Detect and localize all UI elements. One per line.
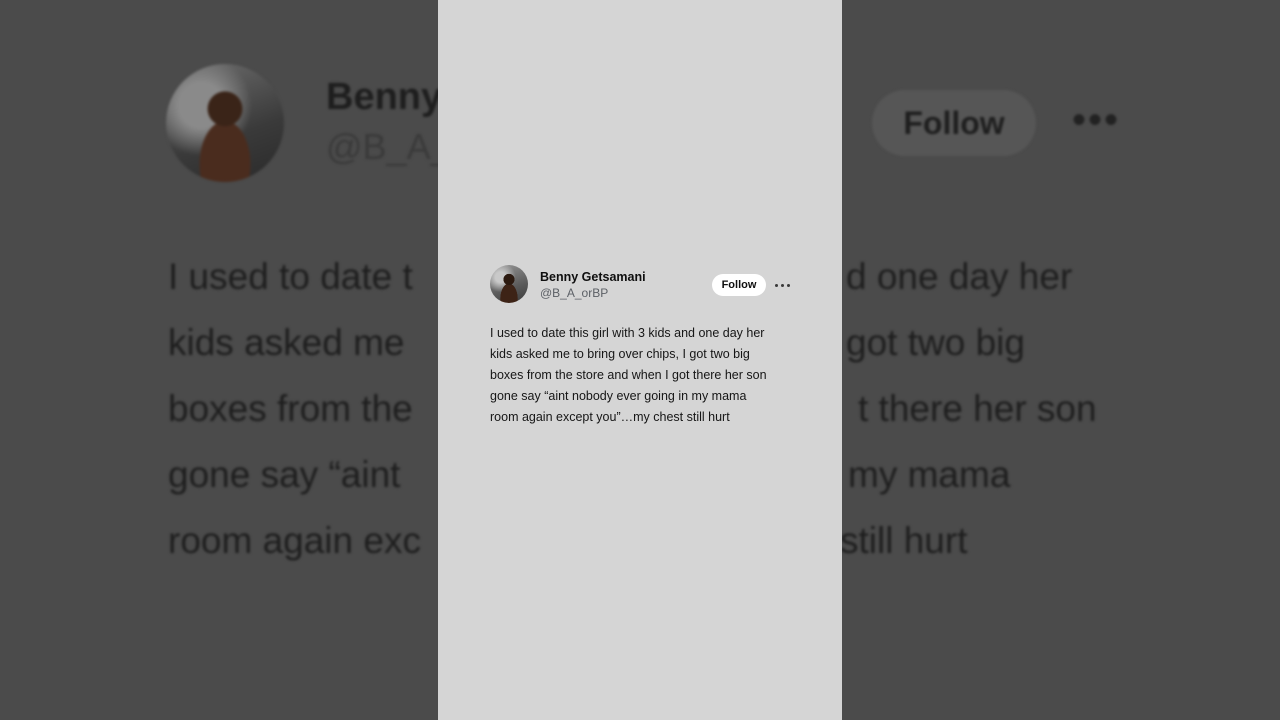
background-text-left-3: boxes from the [168, 388, 413, 429]
tweet-text-line: gone say “aint nobody ever going in my m… [490, 389, 747, 403]
background-text-right-2: got two big [846, 322, 1025, 363]
background-author-name: Benny [326, 76, 443, 118]
author-handle[interactable]: @B_A_orBP [540, 286, 608, 300]
tweet-text-line: kids asked me to bring over chips, I got… [490, 347, 750, 361]
tweet-panel: Benny Getsamani @B_A_orBP Follow I used … [438, 0, 842, 720]
tweet-text-line: I used to date this girl with 3 kids and… [490, 326, 765, 340]
background-author-handle: @B_A_ [326, 126, 451, 167]
tweet-text-line: boxes from the store and when I got ther… [490, 368, 767, 382]
background-follow-button: Follow [872, 90, 1036, 156]
background-text-left-5: room again exc [168, 520, 421, 561]
background-text-left-2: kids asked me [168, 322, 405, 363]
background-avatar [166, 64, 284, 182]
tweet-text: I used to date this girl with 3 kids and… [490, 323, 800, 428]
background-text-right-1: d one day her [846, 256, 1073, 297]
background-text-right-5: still hurt [840, 520, 968, 561]
author-name[interactable]: Benny Getsamani [540, 270, 646, 284]
tweet-text-line: room again except you”…my chest still hu… [490, 410, 730, 424]
video-frame: Benny @B_A_ Follow ••• I used to date t … [0, 0, 1280, 720]
background-text-right-4: my mama [848, 454, 1011, 495]
background-text-left-4: gone say “aint [168, 454, 401, 495]
more-horizontal-icon[interactable] [774, 275, 792, 295]
avatar[interactable] [490, 265, 528, 303]
background-text-right-3: t there her son [858, 388, 1097, 429]
follow-button[interactable]: Follow [712, 274, 766, 296]
background-more-icon: ••• [1072, 98, 1121, 142]
background-text-left-1: I used to date t [168, 256, 413, 297]
